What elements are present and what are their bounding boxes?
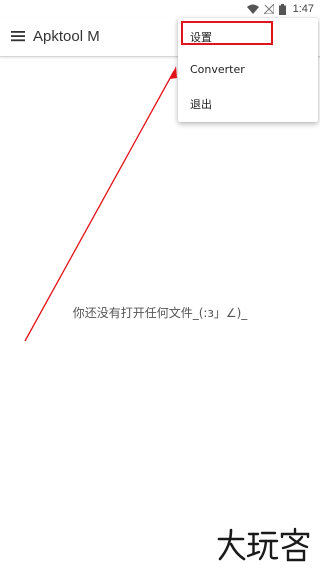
annotation-highlight-box	[181, 21, 273, 45]
no-signal-icon	[263, 4, 274, 14]
menu-item-label: 退出	[190, 98, 212, 111]
app-title: Apktool M	[33, 28, 100, 45]
menu-item-exit[interactable]: 退出	[178, 89, 318, 119]
menu-item-label: Converter	[190, 63, 245, 76]
status-icons: 1:47	[246, 2, 314, 16]
watermark-logo	[217, 527, 310, 562]
screen: 1:47 Apktool M 你还没有打开任何文件_(:з」∠)_ 设置 Con…	[0, 0, 320, 568]
menu-item-converter[interactable]: Converter	[178, 56, 318, 86]
battery-icon	[278, 3, 286, 15]
wifi-icon	[246, 4, 259, 14]
empty-state-message: 你还没有打开任何文件_(:з」∠)_	[72, 306, 248, 320]
hamburger-menu-icon[interactable]	[11, 30, 25, 42]
status-time: 1:47	[292, 3, 314, 15]
status-bar: 1:47	[0, 0, 320, 18]
